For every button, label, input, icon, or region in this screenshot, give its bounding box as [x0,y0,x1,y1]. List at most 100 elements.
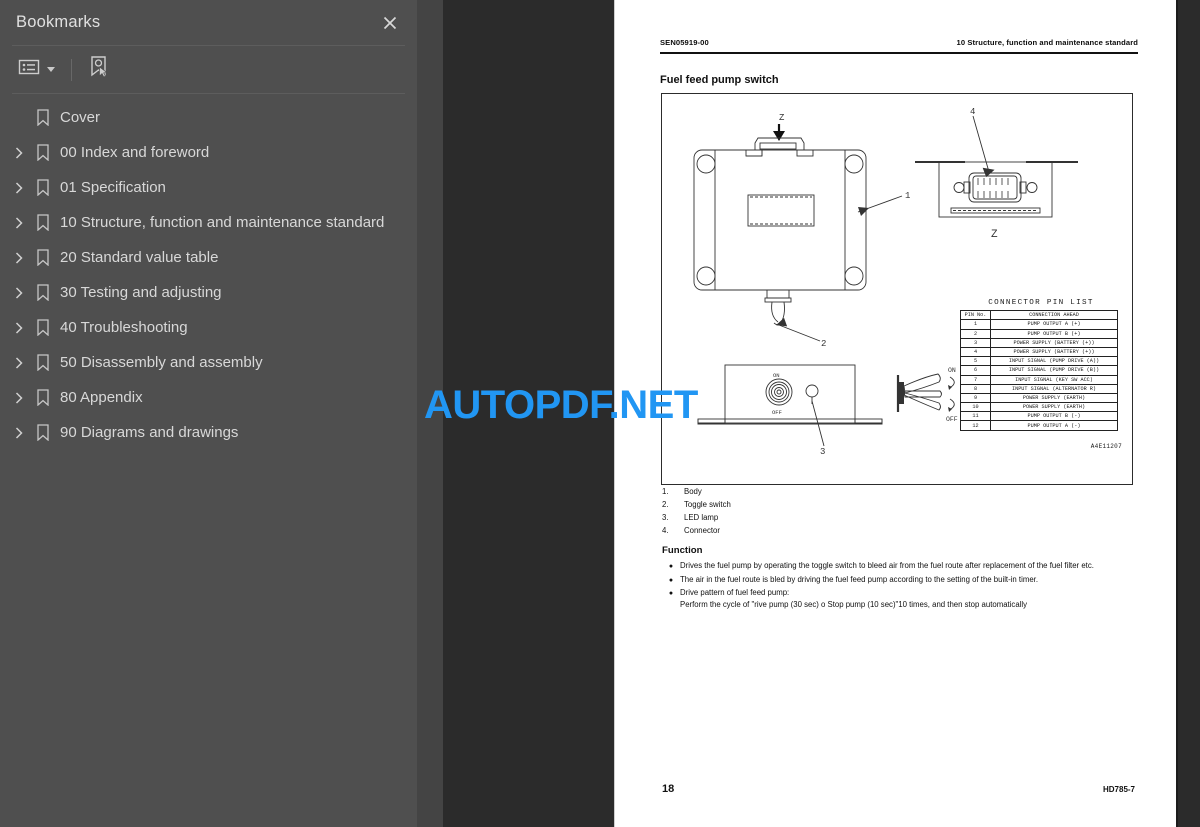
toolbar-separator [71,58,72,81]
pin-number: 9 [960,392,991,404]
section-arrow-label: Z [779,113,785,123]
expand-chevron-icon[interactable] [8,426,30,440]
bookmark-item-80-appendix[interactable]: 80 Appendix [0,380,417,415]
document-page: SEN05919-00 10 Structure, function and m… [614,0,1178,827]
bookmark-icon [30,214,56,231]
page-header: SEN05919-00 10 Structure, function and m… [660,38,1138,47]
sidebar-header: Bookmarks [0,0,417,45]
part-name: Connector [684,526,720,535]
bookmark-item-label: 90 Diagrams and drawings [60,424,239,441]
bookmark-icon [30,249,56,266]
drawing-number: A4E11207 [1090,442,1122,450]
chevron-down-icon [47,67,55,72]
expand-chevron-icon[interactable] [8,181,30,195]
parts-list-item: 2. Toggle switch [662,498,1132,511]
pin-connection: PUMP OUTPUT A (-) [990,420,1118,431]
pin-list-row: 12 PUMP OUTPUT A (-) [960,420,1118,431]
parts-list-item: 4. Connector [662,524,1132,537]
bookmark-icon [30,389,56,406]
pin-connection: PUMP OUTPUT B (+) [990,328,1118,339]
connector-pin-list: CONNECTOR PIN LIST PIN No. CONNECTION AH… [960,299,1122,450]
bookmark-item-cover[interactable]: Cover [0,100,417,135]
pin-number: 2 [960,328,991,339]
part-number: 4. [662,526,669,535]
bookmark-item-90-diagrams-and-drawings[interactable]: 90 Diagrams and drawings [0,415,417,450]
function-text: Drives the fuel pump by operating the to… [680,561,1094,570]
close-icon[interactable] [377,10,403,36]
expand-chevron-icon[interactable] [8,216,30,230]
expand-chevron-icon[interactable] [8,391,30,405]
bookmark-item-label: 80 Appendix [60,389,143,406]
pin-connection: PUMP OUTPUT A (+) [990,319,1118,330]
pin-connection: POWER SUPPLY (BATTERY (+)) [990,337,1118,348]
bookmark-item-label: 30 Testing and adjusting [60,284,222,301]
bookmark-icon [30,284,56,301]
bookmark-item-30-testing-and-adjusting[interactable]: 30 Testing and adjusting [0,275,417,310]
bookmark-item-label: 01 Specification [60,179,166,196]
figure-frame: Z 1 2 4 Z ON OFF 3 ON OFF CONNECTOR PIN … [661,93,1133,485]
bookmark-icon [30,424,56,441]
pin-connection: POWER SUPPLY (EARTH) [990,402,1118,413]
bookmark-options-button[interactable] [12,54,61,85]
header-rule [660,52,1138,54]
function-text: The air in the fuel route is bled by dri… [680,574,1038,584]
pin-connection: PUMP OUTPUT B (-) [990,411,1118,422]
part-number: 2. [662,500,669,509]
pin-list-row: 1 PUMP OUTPUT A (+) [960,319,1118,330]
pin-number: 7 [960,374,991,385]
sidebar-toolbar [0,46,417,93]
bookmark-item-10-structure-function-and-maintenance-standard[interactable]: 10 Structure, function and maintenance s… [0,205,417,240]
bullet-icon: ● [668,590,674,598]
bookmark-item-00-index-and-foreword[interactable]: 00 Index and foreword [0,135,417,170]
bookmark-item-01-specification[interactable]: 01 Specification [0,170,417,205]
pin-number: 6 [960,365,991,376]
pin-list-row: 4 POWER SUPPLY (BATTERY (+)) [960,346,1118,358]
pin-connection: POWER SUPPLY (EARTH) [990,392,1118,404]
document-viewer: SEN05919-00 10 Structure, function and m… [443,0,1200,827]
part-name: LED lamp [684,513,719,522]
bookmark-item-50-disassembly-and-assembly[interactable]: 50 Disassembly and assembly [0,345,417,380]
part-name: Body [684,487,702,496]
parts-list-item: 3. LED lamp [662,511,1132,524]
list-options-icon [18,58,40,81]
function-list: ● Drives the fuel pump by operating the … [662,560,1134,611]
pin-list-row: 8 INPUT SIGNAL (ALTERNATOR R) [960,383,1118,394]
switch-off-label: OFF [772,409,782,416]
bookmark-item-label: 00 Index and foreword [60,144,210,161]
function-list-item: ● Drives the fuel pump by operating the … [662,560,1134,573]
bookmark-icon [30,354,56,371]
bookmark-item-40-troubleshooting[interactable]: 40 Troubleshooting [0,310,417,345]
pin-list-row: 11 PUMP OUTPUT B (-) [960,411,1118,422]
pin-number: 4 [960,346,991,358]
expand-chevron-icon[interactable] [8,356,30,370]
pin-number: 11 [960,411,991,422]
pin-number: 8 [960,383,991,394]
expand-chevron-icon[interactable] [8,251,30,265]
sidebar-resize-handle[interactable] [417,0,443,827]
new-bookmark-button[interactable] [82,51,116,88]
switch-on-label: ON [773,372,780,379]
parts-list-item: 1. Body [662,485,1132,498]
expand-chevron-icon[interactable] [8,321,30,335]
detail-view-label: Z [991,229,998,241]
bookmark-list: Cover 00 Index and foreword 01 Specifica… [0,94,417,450]
machine-model: HD785-7 [1102,785,1135,794]
bookmark-icon [30,319,56,336]
bookmark-item-20-standard-value-table[interactable]: 20 Standard value table [0,240,417,275]
pin-list-row: 3 POWER SUPPLY (BATTERY (+)) [960,337,1118,348]
toggle-on-label: ON [948,367,956,374]
pin-number: 5 [960,356,991,367]
bookmark-item-label: 10 Structure, function and maintenance s… [60,214,385,231]
bookmark-icon [30,179,56,196]
pin-list-title: CONNECTOR PIN LIST [988,299,1094,307]
pin-connection: INPUT SIGNAL (PUMP DRIVE (A)) [990,356,1118,367]
pin-connection: INPUT SIGNAL (ALTERNATOR R) [990,383,1118,394]
pin-connection: INPUT SIGNAL (PUMP DRIVE (B)) [990,365,1118,376]
pin-list-row: 10 POWER SUPPLY (EARTH) [960,402,1118,413]
pin-list-col-pin-no: PIN No. [960,309,991,321]
bookmark-pointer-icon [88,55,110,84]
pin-list-col-connection: CONNECTION AHEAD [990,309,1118,321]
bookmark-icon [30,144,56,161]
expand-chevron-icon[interactable] [8,146,30,160]
expand-chevron-icon[interactable] [8,286,30,300]
